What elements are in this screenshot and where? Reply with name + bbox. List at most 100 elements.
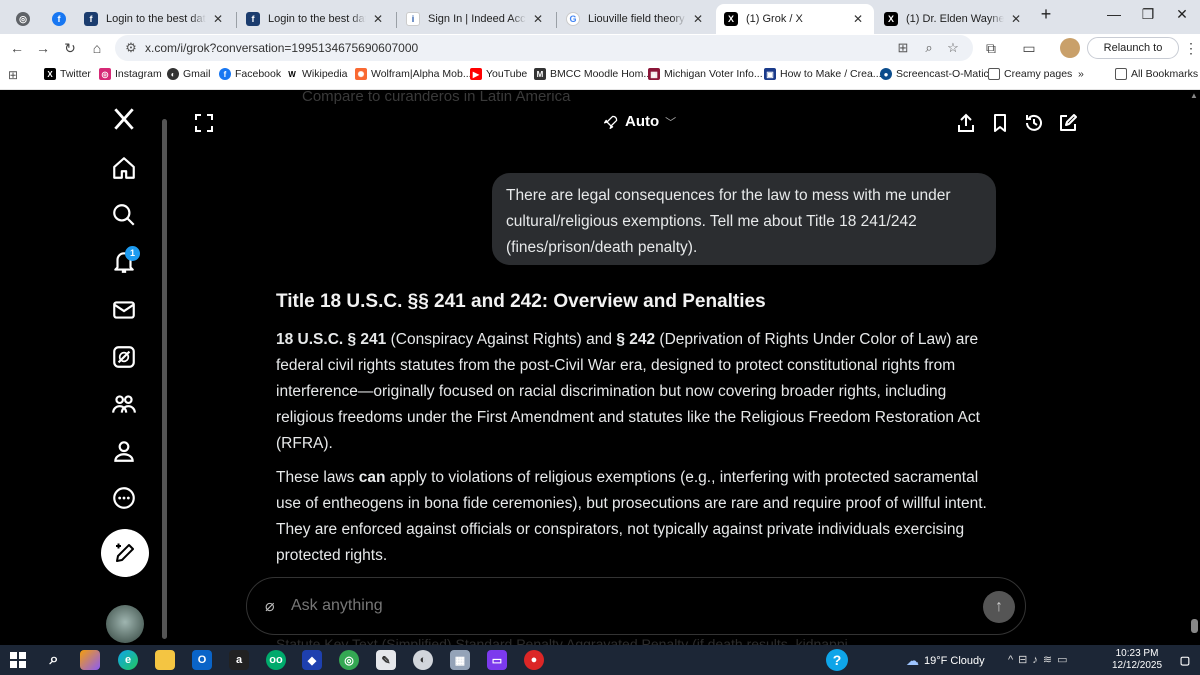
search-icon[interactable]: ⌕ bbox=[44, 650, 64, 670]
clock[interactable]: 10:23 PM 12/12/2025 bbox=[1112, 648, 1162, 672]
tab-database-2[interactable]: f Login to the best database ✕ bbox=[238, 4, 394, 34]
grok-icon[interactable] bbox=[110, 343, 138, 371]
communities-icon[interactable] bbox=[110, 390, 138, 418]
bookmark-wikipedia[interactable]: W Wikipedia bbox=[286, 68, 348, 80]
page-scrollbar[interactable]: ▲ bbox=[1188, 91, 1200, 645]
ask-input[interactable]: ⌀ Ask anything ↑ bbox=[246, 577, 1026, 635]
site-info-icon[interactable]: ⚙ bbox=[123, 40, 139, 56]
forward-icon[interactable]: → bbox=[34, 39, 52, 57]
speaker-icon[interactable]: ♪ bbox=[1032, 654, 1043, 666]
bookmark-youtube[interactable]: ▶ YouTube bbox=[470, 68, 527, 80]
bookmark-star-icon[interactable]: ☆ bbox=[945, 40, 961, 56]
back-icon[interactable]: ← bbox=[8, 39, 26, 57]
network-icon[interactable]: ⊟ bbox=[1018, 654, 1032, 666]
bookmark-wolfram[interactable]: ✺ Wolfram|Alpha Mob... bbox=[355, 68, 472, 80]
amazon-icon[interactable]: a bbox=[229, 650, 249, 670]
tab-facebook[interactable]: f bbox=[44, 4, 74, 34]
install-app-icon[interactable]: ⊞ bbox=[895, 40, 911, 56]
app-icon[interactable]: ◆ bbox=[302, 650, 322, 670]
compose-icon bbox=[116, 543, 134, 562]
relaunch-button[interactable]: Relaunch to update bbox=[1087, 37, 1179, 74]
bookmark-moodle[interactable]: M BMCC Moodle Hom... bbox=[534, 68, 652, 80]
new-tab-button[interactable]: + bbox=[1036, 4, 1056, 25]
mode-label: Auto bbox=[625, 113, 660, 130]
tab-indeed[interactable]: i Sign In | Indeed Accounts ✕ bbox=[398, 4, 554, 34]
bookmark-facebook[interactable]: f Facebook bbox=[219, 68, 281, 80]
notepad-icon[interactable]: ✎ bbox=[376, 650, 396, 670]
profile-icon[interactable] bbox=[110, 437, 138, 465]
bookmarks-overflow-button[interactable]: » bbox=[1078, 68, 1084, 80]
side-panel-icon[interactable]: ▭ bbox=[1020, 39, 1038, 57]
menu-icon[interactable]: ⋮ bbox=[1182, 39, 1200, 57]
tab-elden[interactable]: X (1) Dr. Elden Wayne Whale ✕ bbox=[876, 4, 1032, 34]
close-icon[interactable]: ✕ bbox=[210, 12, 226, 26]
home-icon[interactable] bbox=[110, 154, 138, 182]
scroll-up-icon[interactable]: ▲ bbox=[1190, 91, 1198, 100]
ask-placeholder[interactable]: Ask anything bbox=[291, 597, 383, 615]
file-explorer-icon[interactable] bbox=[155, 650, 175, 670]
bookmark-twitter[interactable]: X Twitter bbox=[44, 68, 91, 80]
account-avatar[interactable] bbox=[106, 605, 144, 643]
tab-title: Login to the best database bbox=[106, 13, 206, 25]
extensions-icon[interactable]: ⧉ bbox=[982, 39, 1000, 57]
bookmark-icon[interactable] bbox=[990, 113, 1010, 133]
game-icon[interactable]: ● bbox=[524, 650, 544, 670]
apps-icon[interactable]: ⊞ bbox=[8, 68, 18, 82]
x-logo-icon[interactable] bbox=[110, 105, 138, 133]
tab-google[interactable]: G Liouville field theory quant ✕ bbox=[558, 4, 714, 34]
compose-button[interactable] bbox=[101, 529, 149, 577]
more-icon[interactable] bbox=[110, 484, 138, 512]
expand-icon[interactable] bbox=[194, 113, 214, 133]
outlook-icon[interactable]: O bbox=[192, 650, 212, 670]
share-icon[interactable] bbox=[956, 113, 976, 133]
profile-avatar[interactable] bbox=[1060, 38, 1080, 58]
chevron-up-icon[interactable]: ^ bbox=[1008, 654, 1018, 666]
notifications-icon[interactable]: ▢ bbox=[1176, 650, 1194, 670]
address-bar[interactable]: ⚙ x.com/i/grok?conversation=199513467569… bbox=[115, 35, 973, 61]
weather-widget[interactable]: ☁ 19°F Cloudy bbox=[906, 653, 985, 669]
chrome-icon: ◎ bbox=[16, 12, 30, 26]
edge-icon[interactable]: e bbox=[118, 650, 138, 670]
minimize-button[interactable]: — bbox=[1104, 6, 1124, 22]
url-text[interactable]: x.com/i/grok?conversation=19951346756906… bbox=[145, 41, 418, 55]
home-icon[interactable]: ⌂ bbox=[88, 39, 106, 57]
search-icon[interactable] bbox=[110, 201, 138, 229]
send-button[interactable]: ↑ bbox=[983, 591, 1015, 623]
bookmark-michigan[interactable]: ▦ Michigan Voter Info... bbox=[648, 68, 763, 80]
calculator-icon[interactable]: ▦ bbox=[450, 650, 470, 670]
media-icon[interactable]: ▭ bbox=[487, 650, 507, 670]
attach-icon[interactable]: ⌀ bbox=[265, 596, 275, 616]
close-icon[interactable]: ✕ bbox=[1008, 12, 1024, 26]
nav-scrollbar[interactable] bbox=[161, 91, 168, 645]
history-icon[interactable] bbox=[1024, 113, 1044, 133]
messages-icon[interactable] bbox=[110, 296, 138, 324]
bookmark-screencast[interactable]: ● Screencast-O-Matic bbox=[880, 68, 989, 80]
close-icon[interactable]: ✕ bbox=[850, 12, 866, 26]
tab-grok-active[interactable]: X (1) Grok / X ✕ bbox=[716, 4, 874, 34]
chrome-icon[interactable]: ◎ bbox=[339, 650, 359, 670]
battery-icon[interactable]: ▭ bbox=[1057, 654, 1072, 666]
zoom-icon[interactable]: ⌕ bbox=[921, 40, 937, 56]
close-window-button[interactable]: ✕ bbox=[1172, 6, 1192, 23]
windows-start-icon[interactable] bbox=[8, 650, 28, 670]
bookmark-instagram[interactable]: ◎ Instagram bbox=[99, 68, 162, 80]
reload-icon[interactable]: ↻ bbox=[61, 39, 79, 57]
all-bookmarks-button[interactable]: All Bookmarks bbox=[1115, 68, 1198, 80]
close-icon[interactable]: ✕ bbox=[370, 12, 386, 26]
bookmark-gmail[interactable]: ◐ Gmail bbox=[167, 68, 210, 80]
help-icon[interactable]: ? bbox=[826, 649, 848, 671]
new-chat-icon[interactable] bbox=[1058, 113, 1078, 133]
tab-chrome[interactable]: ◎ bbox=[8, 4, 38, 34]
tab-database-1[interactable]: f Login to the best database ✕ bbox=[76, 4, 234, 34]
close-icon[interactable]: ✕ bbox=[530, 12, 546, 26]
wifi-icon[interactable]: ≋ bbox=[1043, 654, 1057, 666]
copilot-icon[interactable] bbox=[80, 650, 100, 670]
close-icon[interactable]: ✕ bbox=[690, 12, 706, 26]
system-tray[interactable]: ^⊟♪≋▭ bbox=[1008, 653, 1073, 666]
tripadvisor-icon[interactable]: oo bbox=[266, 650, 286, 670]
paint-icon[interactable]: ◐ bbox=[413, 650, 433, 670]
restore-button[interactable]: ❐ bbox=[1138, 6, 1158, 23]
mode-selector[interactable]: Auto ﹀ bbox=[603, 113, 676, 130]
bookmark-creamy[interactable]: Creamy pages bbox=[988, 68, 1072, 80]
bookmark-howto[interactable]: ▣ How to Make / Crea... bbox=[764, 68, 882, 80]
